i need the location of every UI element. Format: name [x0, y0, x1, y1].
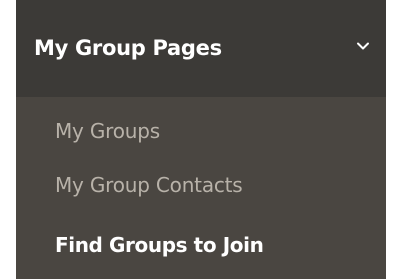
menu-item-my-group-contacts[interactable]: My Group Contacts	[55, 172, 243, 198]
menu-title: My Group Pages	[34, 36, 222, 60]
chevron-down-icon[interactable]	[356, 39, 370, 53]
menu-item-find-groups-to-join[interactable]: Find Groups to Join	[55, 232, 264, 258]
menu-item-my-groups[interactable]: My Groups	[55, 118, 160, 144]
menu-header[interactable]: My Group Pages	[16, 0, 386, 97]
